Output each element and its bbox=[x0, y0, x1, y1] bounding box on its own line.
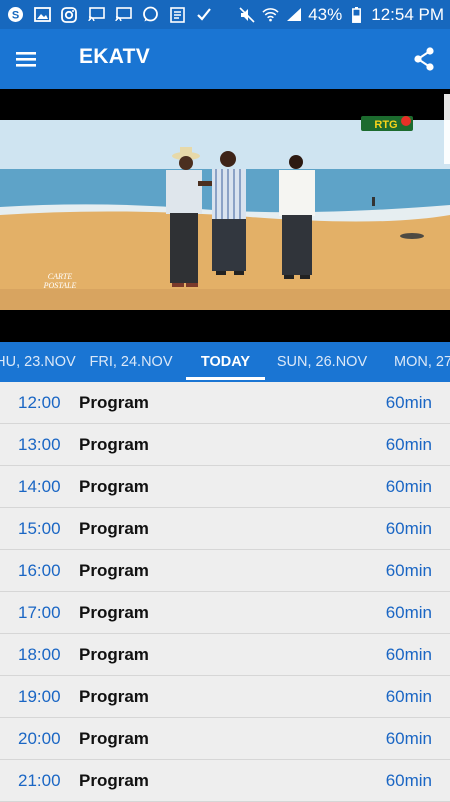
signal-icon bbox=[285, 6, 302, 24]
schedule-row[interactable]: 17:00 Program 60min bbox=[0, 592, 450, 634]
clock: 12:54 PM bbox=[371, 4, 444, 24]
schedule-row[interactable]: 15:00 Program 60min bbox=[0, 508, 450, 550]
program-time: 17:00 bbox=[18, 603, 61, 622]
program-duration: 60min bbox=[385, 771, 432, 790]
program-time: 19:00 bbox=[18, 687, 61, 706]
schedule-row[interactable]: 19:00 Program 60min bbox=[0, 676, 450, 718]
video-player[interactable]: RTG CARTE POSTALE bbox=[0, 89, 450, 342]
video-caption-line1: CARTE bbox=[48, 272, 73, 281]
program-title: Program bbox=[79, 477, 149, 496]
program-title: Program bbox=[79, 393, 149, 412]
program-time: 14:00 bbox=[18, 477, 61, 496]
svg-text:S: S bbox=[11, 10, 18, 22]
program-time: 12:00 bbox=[18, 393, 61, 412]
tab-day-4[interactable]: SUN, 26.NOV bbox=[272, 342, 372, 382]
program-duration: 60min bbox=[385, 477, 432, 496]
program-duration: 60min bbox=[385, 729, 432, 748]
hamburger-menu-icon[interactable] bbox=[14, 47, 38, 71]
program-duration: 60min bbox=[385, 393, 432, 412]
wifi-icon bbox=[262, 6, 279, 24]
date-tabs: THU, 23.NOV FRI, 24.NOV TODAY SUN, 26.NO… bbox=[0, 342, 450, 382]
program-time: 18:00 bbox=[18, 645, 61, 664]
schedule-row[interactable]: 18:00 Program 60min bbox=[0, 634, 450, 676]
battery-icon bbox=[348, 6, 365, 24]
program-duration: 60min bbox=[385, 519, 432, 538]
mute-icon bbox=[239, 6, 256, 24]
tab-day-5[interactable]: MON, 27.NOV bbox=[394, 342, 450, 382]
program-title: Program bbox=[79, 519, 149, 538]
program-title: Program bbox=[79, 771, 149, 790]
program-duration: 60min bbox=[385, 435, 432, 454]
program-time: 16:00 bbox=[18, 561, 61, 580]
program-title: Program bbox=[79, 603, 149, 622]
news-icon bbox=[168, 6, 186, 24]
program-title: Program bbox=[79, 435, 149, 454]
cast-icon bbox=[114, 6, 132, 24]
tab-today[interactable]: TODAY bbox=[186, 342, 265, 382]
program-title: Program bbox=[79, 687, 149, 706]
program-title: Program bbox=[79, 645, 149, 664]
system-indicators: 43% 12:54 PM bbox=[239, 5, 444, 25]
program-time: 21:00 bbox=[18, 771, 61, 790]
instagram-icon bbox=[60, 6, 78, 24]
schedule-row[interactable]: 20:00 Program 60min bbox=[0, 718, 450, 760]
program-duration: 60min bbox=[385, 603, 432, 622]
checkmark-icon bbox=[195, 6, 213, 24]
tab-indicator bbox=[186, 377, 265, 380]
status-bar: S 43% 12:54 PM bbox=[0, 0, 450, 29]
schedule-row[interactable]: 14:00 Program 60min bbox=[0, 466, 450, 508]
tab-day-2[interactable]: FRI, 24.NOV bbox=[82, 342, 180, 382]
battery-percent: 43% bbox=[308, 4, 343, 24]
app-bar: EKATV bbox=[0, 29, 450, 89]
schedule-list: 12:00 Program 60min 13:00 Program 60min … bbox=[0, 382, 450, 802]
program-title: Program bbox=[79, 729, 149, 748]
program-time: 13:00 bbox=[18, 435, 61, 454]
program-duration: 60min bbox=[385, 561, 432, 580]
whatsapp-icon bbox=[141, 6, 159, 24]
program-title: Program bbox=[79, 561, 149, 580]
notification-icons: S bbox=[6, 6, 213, 24]
share-icon[interactable] bbox=[412, 46, 436, 72]
schedule-row[interactable]: 21:00 Program 60min bbox=[0, 760, 450, 802]
video-person-guest-2 bbox=[279, 155, 315, 279]
schedule-row[interactable]: 16:00 Program 60min bbox=[0, 550, 450, 592]
app-title: EKATV bbox=[79, 45, 151, 68]
svg-text:RTG: RTG bbox=[374, 119, 397, 131]
program-duration: 60min bbox=[385, 687, 432, 706]
video-caption-line2: POSTALE bbox=[43, 281, 77, 290]
gallery-icon bbox=[33, 6, 51, 24]
tab-day-1[interactable]: THU, 23.NOV bbox=[0, 342, 76, 382]
program-time: 15:00 bbox=[18, 519, 61, 538]
program-duration: 60min bbox=[385, 645, 432, 664]
schedule-row[interactable]: 12:00 Program 60min bbox=[0, 382, 450, 424]
channel-logo: RTG bbox=[361, 116, 413, 131]
schedule-row[interactable]: 13:00 Program 60min bbox=[0, 424, 450, 466]
video-person-guest-1 bbox=[212, 151, 246, 275]
skype-icon: S bbox=[6, 6, 24, 24]
program-time: 20:00 bbox=[18, 729, 61, 748]
cast-icon bbox=[87, 6, 105, 24]
